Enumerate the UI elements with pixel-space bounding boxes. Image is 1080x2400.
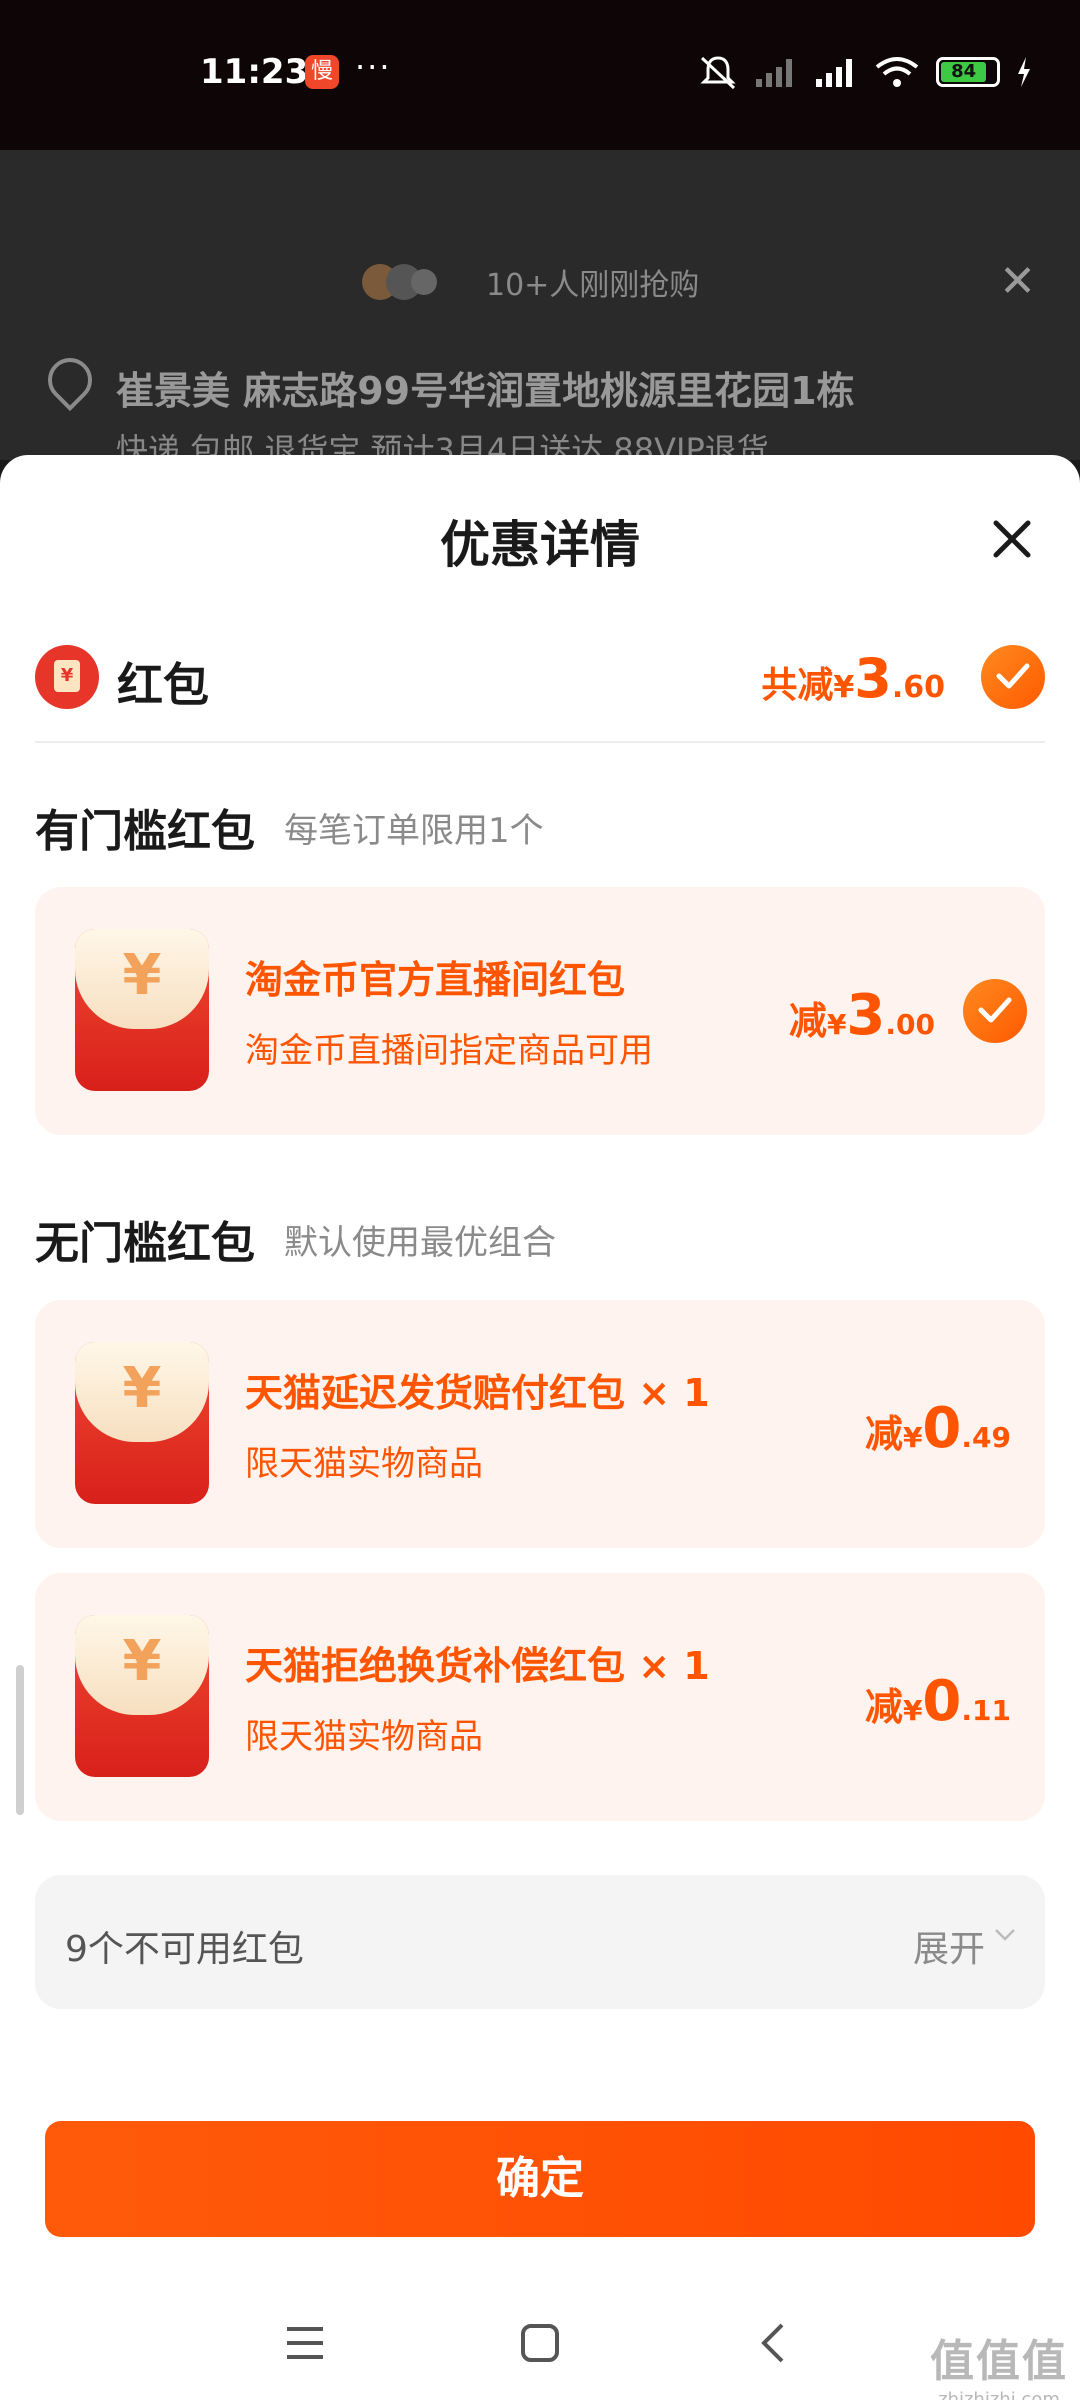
scrollbar[interactable] [16,1665,24,1815]
unavailable-label: 9个不可用红包 [65,1929,304,1970]
coupon-amount: 减¥0.49 [864,1396,1011,1461]
confirm-button[interactable]: 确定 [45,2121,1035,2237]
discount-details-sheet: 优惠详情 ¥ 红包 共减¥3.60 有门槛红包 每笔订单限用1个 ¥ 淘金币官方… [0,455,1080,2400]
coupon-title: 天猫延迟发货赔付红包 × 1 [245,1371,710,1415]
signal-icon [816,59,852,87]
sheet-title: 优惠详情 [440,516,640,574]
status-time: 11:23 [200,52,309,92]
redpacket-total: 共减¥3.60 [761,647,945,710]
threshold-section-title: 有门槛红包 [35,806,255,857]
coupon-desc: 淘金币直播间指定商品可用 [245,1031,653,1071]
buyer-avatars [362,264,437,300]
more-notifications-icon: ··· [355,48,392,86]
charging-icon [1018,57,1030,87]
redpacket-label: 红包 [117,658,209,712]
red-envelope-icon: ¥ [75,929,209,1091]
home-icon[interactable] [520,2323,560,2363]
divider [35,741,1045,743]
unavailable-redpackets-row[interactable]: 9个不可用红包 展开 [35,1875,1045,2009]
system-nav-bar: 值值值 zhizhizhi.com [0,2285,1080,2400]
wifi-icon [875,57,919,87]
recent-purchases-text: 10+人刚刚抢购 [486,268,700,303]
coupon-title: 天猫拒绝换货补偿红包 × 1 [245,1644,710,1688]
redpacket-check-icon[interactable] [981,645,1045,709]
no-threshold-section-title: 无门槛红包 [35,1218,255,1269]
redpacket-summary-row[interactable]: ¥ 红包 共减¥3.60 [35,635,1045,725]
status-bar: 11:23 慢 ··· 84 [0,0,1080,150]
coupon-card[interactable]: ¥ 天猫延迟发货赔付红包 × 1 限天猫实物商品 减¥0.49 [35,1300,1045,1548]
background-page: 10+人刚刚抢购 ✕ 崔景美 麻志路99号华润置地桃源里花园1栋 快递 包邮 退… [0,150,1080,469]
mute-icon [700,56,736,90]
coupon-amount: 减¥3.00 [788,983,935,1048]
no-threshold-section-subtitle: 默认使用最优组合 [284,1223,556,1263]
battery-icon: 84 [936,57,1000,87]
coupon-desc: 限天猫实物商品 [245,1444,483,1484]
expand-button[interactable]: 展开 [913,1920,985,1972]
background-close-icon: ✕ [999,256,1036,307]
chevron-down-icon [995,1929,1015,1941]
red-envelope-icon: ¥ [75,1342,209,1504]
watermark: 值值值 zhizhizhi.com [930,2336,1068,2400]
location-icon [38,348,102,412]
app-notification-icon: 慢 [305,55,339,89]
back-icon[interactable] [758,2321,788,2365]
signal-off-icon [756,59,792,87]
coupon-card[interactable]: ¥ 淘金币官方直播间红包 淘金币直播间指定商品可用 减¥3.00 [35,887,1045,1135]
coupon-card[interactable]: ¥ 天猫拒绝换货补偿红包 × 1 限天猫实物商品 减¥0.11 [35,1573,1045,1821]
address-text: 崔景美 麻志路99号华润置地桃源里花园1栋 [116,369,855,413]
coupon-check-icon[interactable] [963,979,1027,1043]
coupon-amount: 减¥0.11 [864,1669,1011,1734]
coupon-title: 淘金币官方直播间红包 [245,958,626,1002]
redpacket-icon: ¥ [35,645,99,709]
coupon-desc: 限天猫实物商品 [245,1717,483,1757]
menu-icon[interactable] [285,2325,325,2361]
red-envelope-icon: ¥ [75,1615,209,1777]
threshold-section-subtitle: 每笔订单限用1个 [284,811,544,851]
close-icon[interactable] [990,517,1034,561]
